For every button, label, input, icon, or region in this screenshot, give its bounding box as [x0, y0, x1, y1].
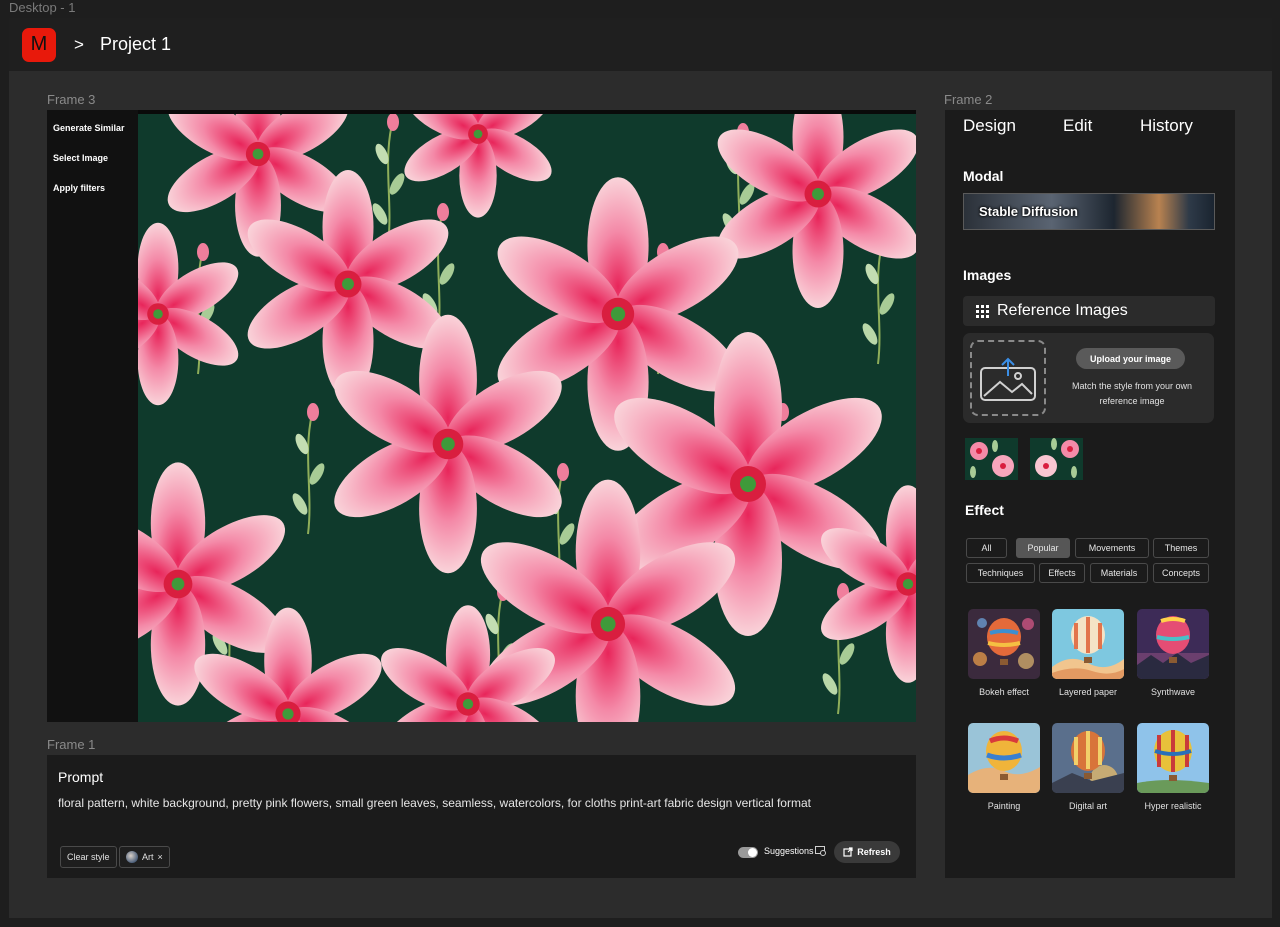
effect-painting-thumbnail [968, 723, 1040, 793]
filter-popular[interactable]: Popular [1016, 538, 1070, 558]
effect-bokeh[interactable]: Bokeh effect [968, 609, 1040, 697]
floral-pattern-image [138, 114, 916, 722]
tab-history[interactable]: History [1140, 116, 1193, 136]
top-bar: M > Project 1 [9, 18, 1272, 71]
grid-icon [976, 304, 989, 318]
filter-all[interactable]: All [966, 538, 1007, 558]
settings-panel: Design Edit History Modal Stable Diffusi… [945, 110, 1235, 878]
clear-style-button[interactable]: Clear style [60, 846, 117, 868]
effect-section-title: Effect [965, 502, 1004, 518]
desktop-label: Desktop - 1 [9, 0, 76, 15]
frame3-label: Frame 3 [47, 92, 96, 107]
refresh-button[interactable]: Refresh [834, 841, 900, 863]
effect-bokeh-label: Bokeh effect [979, 687, 1029, 697]
effect-layered-paper-thumbnail [1052, 609, 1124, 679]
tab-design[interactable]: Design [963, 116, 1016, 136]
image-preview-frame: Generate Similar Select Image Apply filt… [47, 110, 916, 722]
apply-filters-button[interactable]: Apply filters [47, 182, 138, 212]
prompt-input[interactable]: floral pattern, white background, pretty… [58, 796, 811, 810]
effect-hyper-realistic-thumbnail [1137, 723, 1209, 793]
breadcrumb-separator: > [74, 34, 84, 54]
suggestions-toggle[interactable] [738, 847, 758, 858]
prompt-title: Prompt [58, 769, 104, 785]
upload-image-icon [980, 357, 1036, 401]
model-name: Stable Diffusion [979, 204, 1078, 219]
frame2-label: Frame 2 [944, 92, 993, 107]
suggestions-label: Suggestions [764, 846, 814, 856]
upload-card: Upload your image Match the style from y… [963, 333, 1214, 423]
upload-description: Match the style from your own reference … [1071, 381, 1193, 406]
effect-digital-art-thumbnail [1052, 723, 1124, 793]
filter-themes[interactable]: Themes [1153, 538, 1209, 558]
style-chip-label: Art [142, 852, 154, 862]
generated-image[interactable] [138, 110, 916, 722]
effect-painting-label: Painting [987, 801, 1021, 811]
filter-materials[interactable]: Materials [1090, 563, 1148, 583]
project-title[interactable]: Project 1 [100, 34, 171, 55]
suggestions-settings-icon[interactable] [815, 846, 826, 859]
filter-techniques[interactable]: Techniques [966, 563, 1035, 583]
effect-layered-paper[interactable]: Layered paper [1052, 609, 1124, 697]
images-section-title: Images [963, 267, 1012, 283]
generate-similar-button[interactable]: Generate Similar [47, 122, 138, 152]
tab-edit[interactable]: Edit [1063, 116, 1092, 136]
select-image-button[interactable]: Select Image [47, 152, 138, 182]
model-selector[interactable]: Stable Diffusion [963, 193, 1215, 230]
style-thumbnail [126, 851, 138, 863]
effect-painting[interactable]: Painting [968, 723, 1040, 811]
upload-image-button[interactable]: Upload your image [1076, 348, 1185, 369]
frame1-label: Frame 1 [47, 737, 96, 752]
upload-dropzone[interactable] [970, 340, 1046, 416]
effect-digital-art-label: Digital art [1068, 801, 1107, 811]
reference-images-header[interactable]: Reference Images [963, 296, 1215, 326]
effect-bokeh-thumbnail [968, 609, 1040, 679]
effect-synthwave-label: Synthwave [1150, 687, 1196, 697]
refresh-icon [843, 847, 853, 857]
filter-concepts[interactable]: Concepts [1153, 563, 1209, 583]
reference-thumbnail-1[interactable] [965, 438, 1018, 480]
effect-hyper-realistic-label: Hyper realistic [1144, 801, 1202, 811]
filter-movements[interactable]: Movements [1075, 538, 1149, 558]
filter-effects[interactable]: Effects [1039, 563, 1085, 583]
remove-style-icon[interactable]: × [158, 852, 163, 862]
style-chip-art[interactable]: Art × [119, 846, 170, 868]
refresh-label: Refresh [857, 847, 891, 857]
prompt-panel: Prompt floral pattern, white background,… [47, 755, 916, 878]
model-section-title: Modal [963, 168, 1004, 184]
app-logo[interactable]: M [22, 27, 56, 62]
effect-synthwave-thumbnail [1137, 609, 1209, 679]
effect-digital-art[interactable]: Digital art [1052, 723, 1124, 811]
image-actions-sidebar: Generate Similar Select Image Apply filt… [47, 110, 138, 722]
effect-layered-paper-label: Layered paper [1058, 687, 1118, 697]
effect-hyper-realistic[interactable]: Hyper realistic [1137, 723, 1209, 811]
reference-images-label: Reference Images [997, 302, 1128, 319]
reference-thumbnail-2[interactable] [1030, 438, 1083, 480]
effect-synthwave[interactable]: Synthwave [1137, 609, 1209, 697]
